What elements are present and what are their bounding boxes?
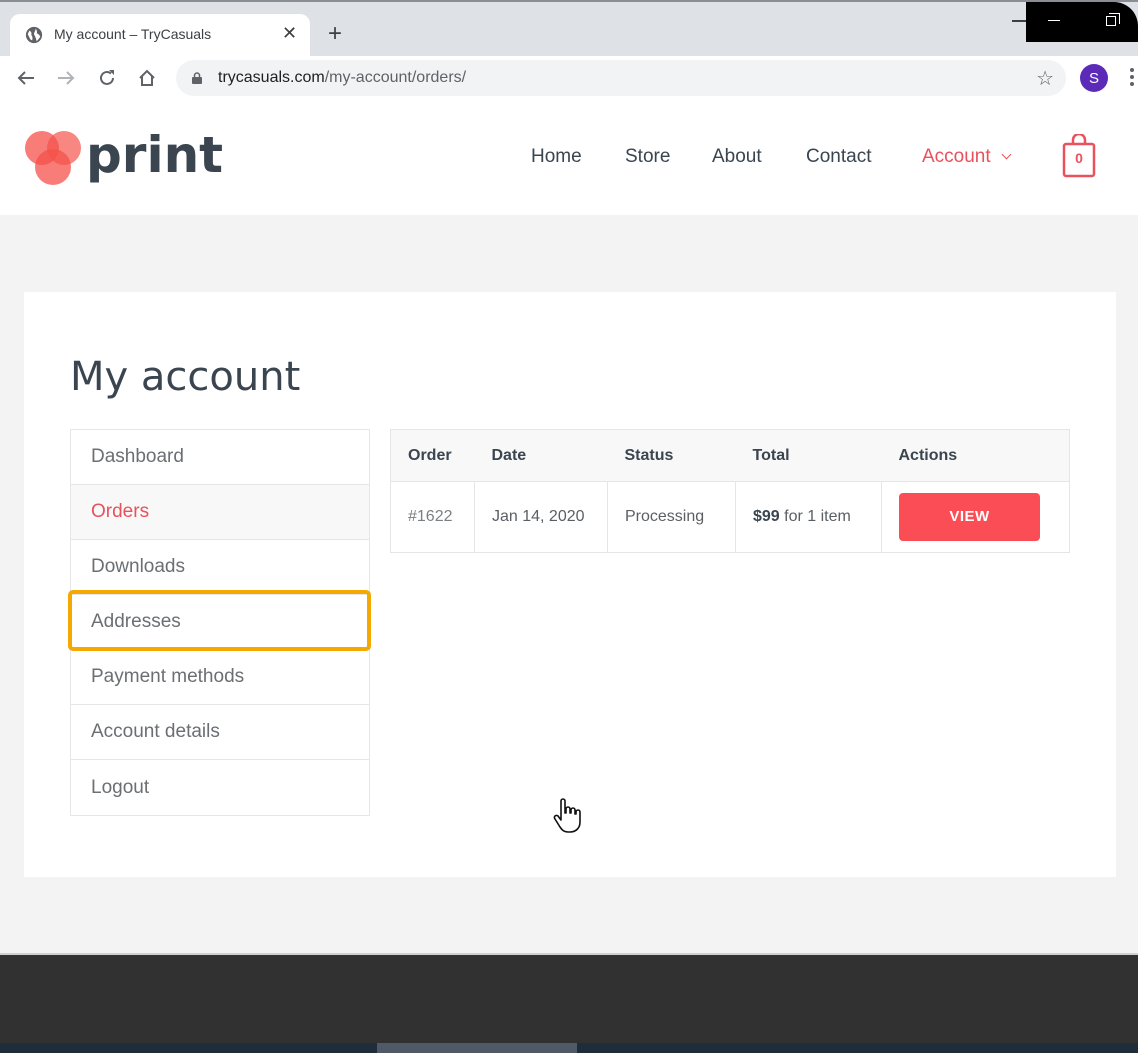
arrow-right-icon <box>58 71 75 85</box>
minimize-icon[interactable] <box>1012 20 1026 22</box>
nav-about[interactable]: About <box>712 146 762 168</box>
orders-table: Order Date Status Total Actions #1622 Ja… <box>390 429 1070 553</box>
forward-button[interactable] <box>52 64 80 92</box>
browser-toolbar: trycasuals.com/my-account/orders/ ☆ S <box>0 56 1138 100</box>
bookmark-star-icon[interactable]: ☆ <box>1036 66 1054 91</box>
browser-tab[interactable]: My account – TryCasuals ✕ <box>10 14 310 58</box>
reload-icon <box>100 70 114 85</box>
minimize-button[interactable] <box>1048 20 1060 21</box>
chevron-down-icon <box>1001 149 1012 160</box>
order-date: Jan 14, 2020 <box>474 481 608 553</box>
arrow-left-icon <box>17 71 34 85</box>
col-status: Status <box>607 429 736 482</box>
account-nav-payment-methods[interactable]: Payment methods <box>71 650 369 705</box>
reload-button[interactable] <box>93 64 121 92</box>
order-total-amount: $99 <box>753 508 780 525</box>
page-background: My account Dashboard Orders Downloads Ad… <box>0 215 1138 953</box>
browser-menu-icon[interactable] <box>1130 68 1134 88</box>
url-domain: trycasuals.com <box>218 69 325 86</box>
site-header: print Home Store About Contact Account 0 <box>0 100 1138 215</box>
home-icon <box>139 69 155 86</box>
col-date: Date <box>474 429 608 482</box>
taskbar-active-app[interactable] <box>377 1043 577 1053</box>
site-logo[interactable]: print <box>24 126 224 190</box>
tab-title: My account – TryCasuals <box>54 26 212 42</box>
nav-contact[interactable]: Contact <box>806 146 871 168</box>
cart-count: 0 <box>1075 150 1083 166</box>
order-status: Processing <box>607 481 736 553</box>
table-row: #1622 Jan 14, 2020 Processing $99 for 1 … <box>390 481 1070 553</box>
account-nav-logout[interactable]: Logout <box>71 760 369 815</box>
url-path: /my-account/orders/ <box>324 69 467 86</box>
account-nav-orders[interactable]: Orders <box>71 485 369 540</box>
back-button[interactable] <box>12 64 40 92</box>
logo-circles-icon <box>25 131 81 185</box>
account-nav-dashboard[interactable]: Dashboard <box>71 430 369 485</box>
nav-account[interactable]: Account <box>922 146 1012 168</box>
account-navigation: Dashboard Orders Downloads Addresses Pay… <box>70 429 370 816</box>
page-title: My account <box>70 354 301 400</box>
account-nav-downloads[interactable]: Downloads <box>71 540 369 595</box>
nav-store[interactable]: Store <box>625 146 670 168</box>
order-total: $99 for 1 item <box>735 481 882 553</box>
col-order: Order <box>390 429 475 482</box>
url-text: trycasuals.com/my-account/orders/ <box>218 69 466 87</box>
globe-icon <box>25 26 43 44</box>
orders-header-row: Order Date Status Total Actions <box>390 429 1070 482</box>
os-taskbar <box>0 1043 1138 1053</box>
account-card: My account Dashboard Orders Downloads Ad… <box>24 292 1116 877</box>
new-tab-button[interactable]: + <box>328 22 342 46</box>
order-number-link[interactable]: #1622 <box>408 508 453 525</box>
nav-account-label: Account <box>922 146 991 167</box>
order-actions: VIEW <box>882 482 1070 553</box>
address-bar[interactable]: trycasuals.com/my-account/orders/ ☆ <box>176 60 1066 96</box>
order-number-cell: #1622 <box>390 481 475 553</box>
cart-button[interactable]: 0 <box>1062 132 1096 178</box>
restore-button[interactable] <box>1106 13 1120 26</box>
account-nav-addresses[interactable]: Addresses <box>71 595 369 650</box>
profile-avatar[interactable]: S <box>1080 64 1108 92</box>
lock-icon <box>192 72 202 84</box>
site-footer <box>0 953 1138 1043</box>
nav-home[interactable]: Home <box>531 146 582 168</box>
col-total: Total <box>735 429 882 482</box>
account-nav-account-details[interactable]: Account details <box>71 705 369 760</box>
view-order-button[interactable]: VIEW <box>899 493 1040 541</box>
close-tab-icon[interactable]: ✕ <box>282 23 297 44</box>
window-controls <box>1026 2 1138 42</box>
order-total-items: for 1 item <box>779 508 851 525</box>
home-button[interactable] <box>133 64 161 92</box>
col-actions: Actions <box>881 429 1070 482</box>
logo-text: print <box>86 126 224 184</box>
browser-tab-strip: My account – TryCasuals ✕ + <box>0 0 1138 58</box>
